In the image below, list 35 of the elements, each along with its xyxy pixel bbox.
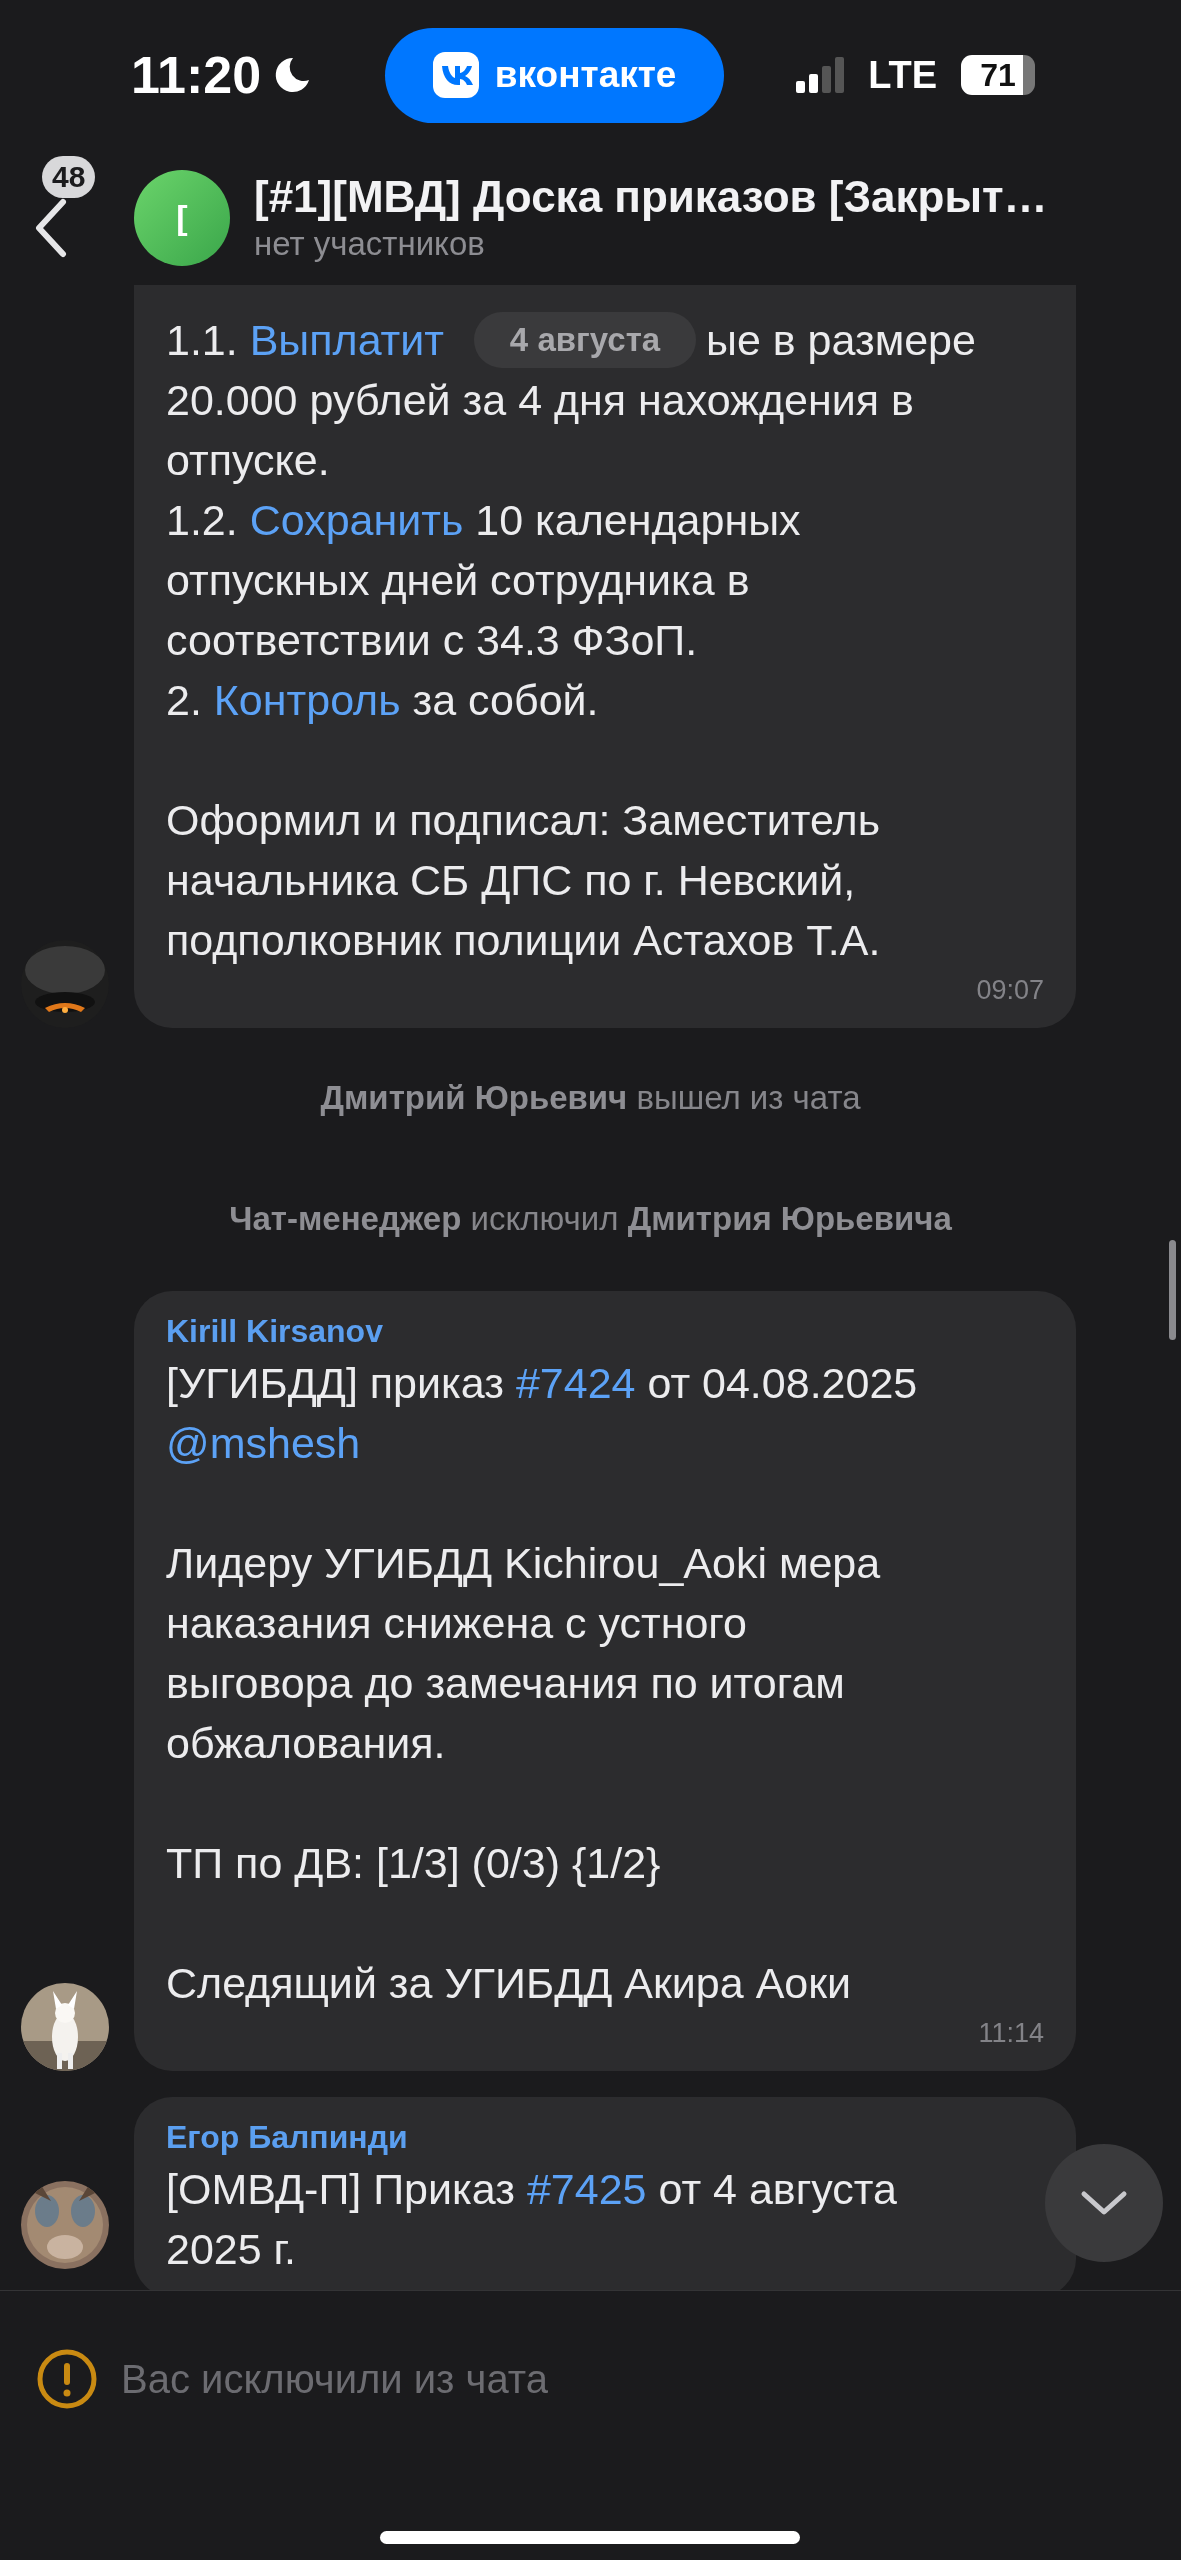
message-text: ТП по ДВ: [1/3] (0/3) {1/2} [166,1838,662,1889]
message-text: 20.000 рублей за 4 дня нахождения в отпуске. 1.2. Сохранить 10 календарных отпускных дней сотрудника в соответствии с 34.3 ФЗоП. 2. Контроль за собой. [166,375,915,726]
chat-avatar: [ [134,169,230,266]
system-message: Чат-менеджер исключил Дмитрия Юрьевича [228,1199,953,1239]
link[interactable]: Контроль [213,676,401,724]
warning-icon [37,2349,97,2409]
battery-level: 71 [961,55,1036,95]
sender-name[interactable]: Егор Балпинди [166,2115,1044,2159]
link[interactable]: Сохранить [249,496,464,544]
signal-icon [796,57,845,93]
message-text: 1.1. Выплатит [166,315,444,366]
message-text: Оформил и подписал: Заместитель начальника СБ ДПС по г. Невский, подполковник полиции Астахов Т.А. [166,795,882,966]
logo-icon [432,52,479,98]
notice-text: Вас исключили из чата [121,2356,548,2403]
sender-name[interactable]: Kirill Kirsanov [166,1309,1044,1353]
system-message: Дмитрий Юрьевич вышел из чата [319,1078,862,1118]
date-label: 4 августа [474,312,696,368]
message-text: [ОМВД-П] Приказ #7425 от 4 августа 2025 г. [166,2164,898,2275]
link[interactable]: @mshesh [166,1419,361,1467]
back-icon[interactable] [33,197,69,258]
unread-badge: 48 [42,155,96,198]
message-text: Следящий за УГИБДД Акира Аоки [166,1958,853,2009]
chat-title: [#1][МВД] Доска приказов [Закрыт… [254,170,1048,223]
message-text: [УГИБДД] приказ #7424 от 04.08.2025 @mshesh [166,1358,919,1469]
message-time: 09:07 [975,974,1044,1007]
network-type: LTE [868,52,938,98]
message-text: ые в размере [706,315,976,366]
message-text: Лидеру УГИБДД Kichirou_Aoki мера наказания снижена с устного выговора до замечания по итогам обжалования. [166,1538,882,1769]
link[interactable]: #7424 [515,1359,636,1407]
link[interactable]: #7425 [526,2165,647,2213]
link[interactable]: Выплатит [249,316,444,364]
app-pill[interactable]: вконтакте [385,27,725,123]
chat-subtitle: нет участников [254,223,486,264]
clock-time: 11:20 [131,45,262,106]
message-time: 11:14 [977,2017,1044,2050]
